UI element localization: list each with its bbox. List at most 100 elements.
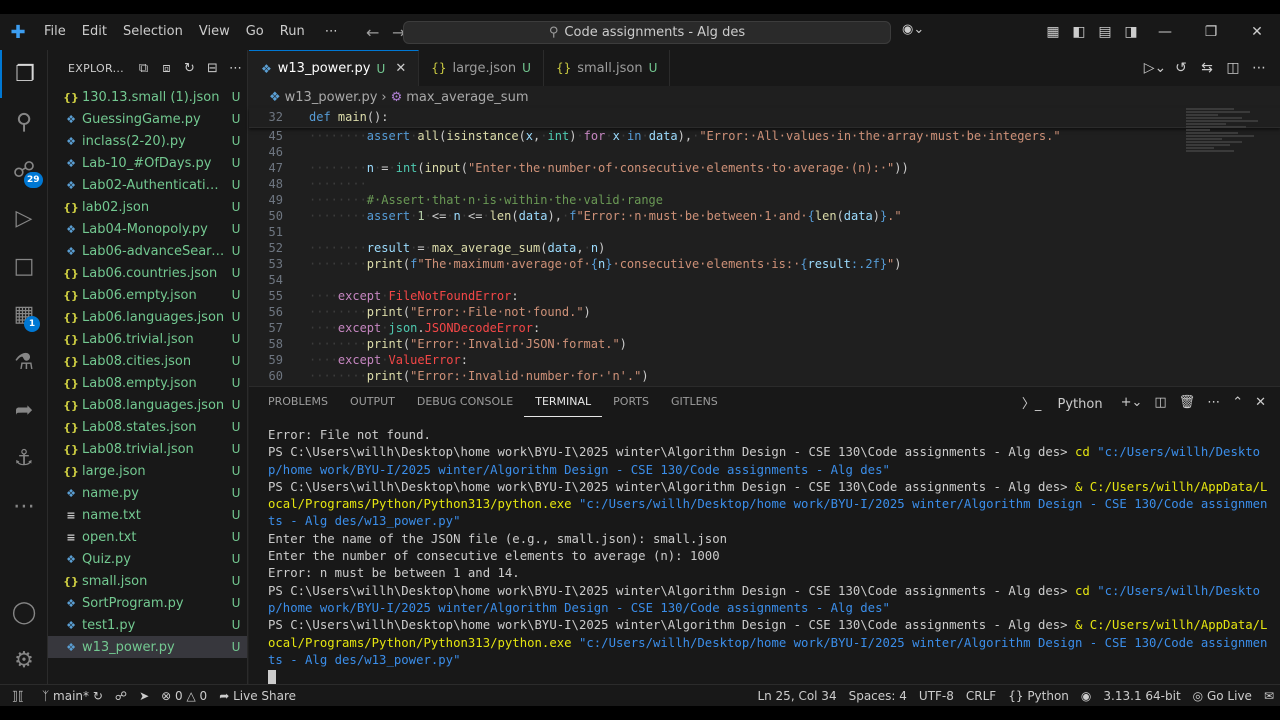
- menu-go[interactable]: Go: [238, 14, 272, 50]
- more-views-icon[interactable]: ⋯: [0, 482, 48, 530]
- file-item[interactable]: ❖ Lab-10_#OfDays.py U: [48, 152, 247, 174]
- file-item[interactable]: ❖ inclass(2-20).py U: [48, 130, 247, 152]
- minimap[interactable]: [1186, 108, 1266, 208]
- close-panel-icon[interactable]: ✕: [1249, 395, 1272, 410]
- tab-output[interactable]: OUTPUT: [339, 387, 406, 417]
- explorer-more-icon[interactable]: ⋯: [224, 61, 247, 76]
- code-line[interactable]: 48 ········: [249, 176, 1280, 192]
- timeline-icon[interactable]: ↺: [1168, 60, 1194, 76]
- minimize-icon[interactable]: —: [1142, 14, 1188, 50]
- code-line[interactable]: 57 ····except·json.JSONDecodeError:: [249, 320, 1280, 336]
- code-line[interactable]: 55 ····except·FileNotFoundError:: [249, 288, 1280, 304]
- restore-icon[interactable]: ❐: [1188, 14, 1234, 50]
- tab-debug-console[interactable]: DEBUG CONSOLE: [406, 387, 524, 417]
- breadcrumb-symbol[interactable]: max_average_sum: [406, 90, 528, 105]
- code-line[interactable]: 58 ········print("Error:·Invalid·JSON·for…: [249, 336, 1280, 352]
- file-item[interactable]: ❖ w13_power.py U: [48, 636, 247, 658]
- file-item[interactable]: {} Lab08.languages.json U: [48, 394, 247, 416]
- file-item[interactable]: {} Lab06.languages.json U: [48, 306, 247, 328]
- file-item[interactable]: {} Lab06.countries.json U: [48, 262, 247, 284]
- file-item[interactable]: ❖ SortProgram.py U: [48, 592, 247, 614]
- file-item[interactable]: ≡ name.txt U: [48, 504, 247, 526]
- code-line[interactable]: 56 ········print("Error:·File·not·found."…: [249, 304, 1280, 320]
- copilot-status-icon[interactable]: ◉: [1075, 689, 1097, 703]
- file-item[interactable]: {} lab02.json U: [48, 196, 247, 218]
- menu-file[interactable]: File: [36, 14, 74, 50]
- explorer-icon[interactable]: ❐: [0, 50, 48, 98]
- file-item[interactable]: {} Lab08.states.json U: [48, 416, 247, 438]
- command-center-search[interactable]: ⚲ Code assignments - Alg des: [403, 21, 891, 44]
- code-line[interactable]: 54: [249, 272, 1280, 288]
- file-item[interactable]: {} Lab06.trivial.json U: [48, 328, 247, 350]
- file-item[interactable]: ❖ Lab06-advanceSearch... U: [48, 240, 247, 262]
- file-item[interactable]: ❖ Lab02-Authentication.... U: [48, 174, 247, 196]
- branch-indicator[interactable]: ᛉ main* ↻: [36, 689, 109, 703]
- go-live[interactable]: ◎ Go Live: [1187, 689, 1258, 703]
- file-item[interactable]: ❖ name.py U: [48, 482, 247, 504]
- editor-more-icon[interactable]: ⋯: [1246, 60, 1272, 76]
- close-window-icon[interactable]: ✕: [1234, 14, 1280, 50]
- indentation[interactable]: Spaces: 4: [843, 689, 913, 703]
- file-item[interactable]: {} Lab08.empty.json U: [48, 372, 247, 394]
- code-line[interactable]: 46: [249, 144, 1280, 160]
- file-item[interactable]: {} 130.13.small (1).json U: [48, 86, 247, 108]
- code-line[interactable]: 50 ········assert·1·<=·n·<=·len(data),·f"…: [249, 208, 1280, 224]
- file-item[interactable]: ❖ Quiz.py U: [48, 548, 247, 570]
- search-view-icon[interactable]: ⚲: [0, 98, 48, 146]
- trash-icon[interactable]: 🗑: [1173, 395, 1202, 410]
- tab-problems[interactable]: PROBLEMS: [257, 387, 339, 417]
- encoding[interactable]: UTF-8: [913, 689, 960, 703]
- close-tab-icon[interactable]: ✕: [395, 61, 406, 76]
- remote-indicator-icon[interactable]: ⟧⟦: [0, 685, 36, 707]
- editor-scrollbar[interactable]: [1266, 108, 1280, 385]
- code-line[interactable]: 47 ········n·=·int(input("Enter·the·numbe…: [249, 160, 1280, 176]
- extensions-icon[interactable]: ▦ 1: [0, 290, 48, 338]
- toggle-secondary-sidebar-icon[interactable]: ◨: [1118, 24, 1144, 40]
- problems-indicator[interactable]: ⊗ 0 △ 0: [155, 689, 213, 703]
- tab-gitlens[interactable]: GITLENS: [660, 387, 729, 417]
- live-share-status[interactable]: ➦ Live Share: [213, 689, 302, 703]
- line-ending[interactable]: CRLF: [960, 689, 1002, 703]
- more-menu-icon[interactable]: ⋯: [313, 14, 350, 50]
- file-item[interactable]: ≡ open.txt U: [48, 526, 247, 548]
- manage-gear-icon[interactable]: ⚙: [0, 636, 48, 684]
- code-line[interactable]: 51: [249, 224, 1280, 240]
- copilot-icon[interactable]: ◉⌄: [902, 22, 936, 42]
- terminal-profile[interactable]: 〉_ Python: [1010, 393, 1115, 412]
- compare-changes-icon[interactable]: ⇆: [1194, 60, 1220, 76]
- breadcrumb-file[interactable]: w13_power.py: [285, 90, 378, 105]
- account-icon[interactable]: ◯: [0, 588, 48, 636]
- code-line[interactable]: 49 ········#·Assert·that·n·is·within·the·…: [249, 192, 1280, 208]
- menu-selection[interactable]: Selection: [115, 14, 191, 50]
- customize-layout-icon[interactable]: ▦: [1040, 24, 1066, 40]
- live-share-icon[interactable]: ➦: [0, 386, 48, 434]
- file-item[interactable]: {} small.json U: [48, 570, 247, 592]
- split-editor-icon[interactable]: ◫: [1220, 60, 1246, 76]
- terminal-output[interactable]: Error: File not found. PS C:\Users\willh\…: [249, 417, 1269, 686]
- cursor-position[interactable]: Ln 25, Col 34: [751, 689, 842, 703]
- collapse-all-icon[interactable]: ⊟: [201, 61, 224, 76]
- sticky-scroll-line[interactable]: 32 def main():: [249, 108, 1280, 128]
- run-python-file-icon[interactable]: ▷⌄: [1142, 60, 1168, 76]
- tab-terminal[interactable]: TERMINAL: [524, 387, 603, 417]
- notifications-bell-icon[interactable]: ✉: [1258, 689, 1280, 703]
- new-terminal-icon[interactable]: +⌄: [1115, 395, 1149, 410]
- code-line[interactable]: 45 ········assert·all(isinstance(x,·int)·…: [249, 128, 1280, 144]
- maximize-panel-icon[interactable]: ⌃: [1226, 395, 1249, 410]
- code-line[interactable]: 60 ········print("Error:·Invalid·number·f…: [249, 368, 1280, 384]
- docker-icon[interactable]: ⚓: [0, 434, 48, 482]
- run-debug-icon[interactable]: ▷: [0, 194, 48, 242]
- file-item[interactable]: {} large.json U: [48, 460, 247, 482]
- remote-explorer-icon[interactable]: □: [0, 242, 48, 290]
- git-graph-icon[interactable]: ☍: [109, 689, 133, 703]
- new-folder-icon[interactable]: ⧈: [155, 61, 178, 76]
- refresh-icon[interactable]: ↻: [178, 61, 201, 76]
- code-line[interactable]: 59 ····except·ValueError:: [249, 352, 1280, 368]
- code-line[interactable]: 53 ········print(f"The·maximum·average·of…: [249, 256, 1280, 272]
- tab-small-json[interactable]: {} small.json U: [544, 50, 671, 86]
- split-terminal-icon[interactable]: ◫: [1148, 395, 1172, 410]
- file-item[interactable]: ❖ Lab04-Monopoly.py U: [48, 218, 247, 240]
- code-editor[interactable]: 32 def main(): 45 ········assert·all(isin…: [249, 108, 1280, 384]
- menu-view[interactable]: View: [191, 14, 238, 50]
- source-control-icon[interactable]: ☍ 29: [0, 146, 48, 194]
